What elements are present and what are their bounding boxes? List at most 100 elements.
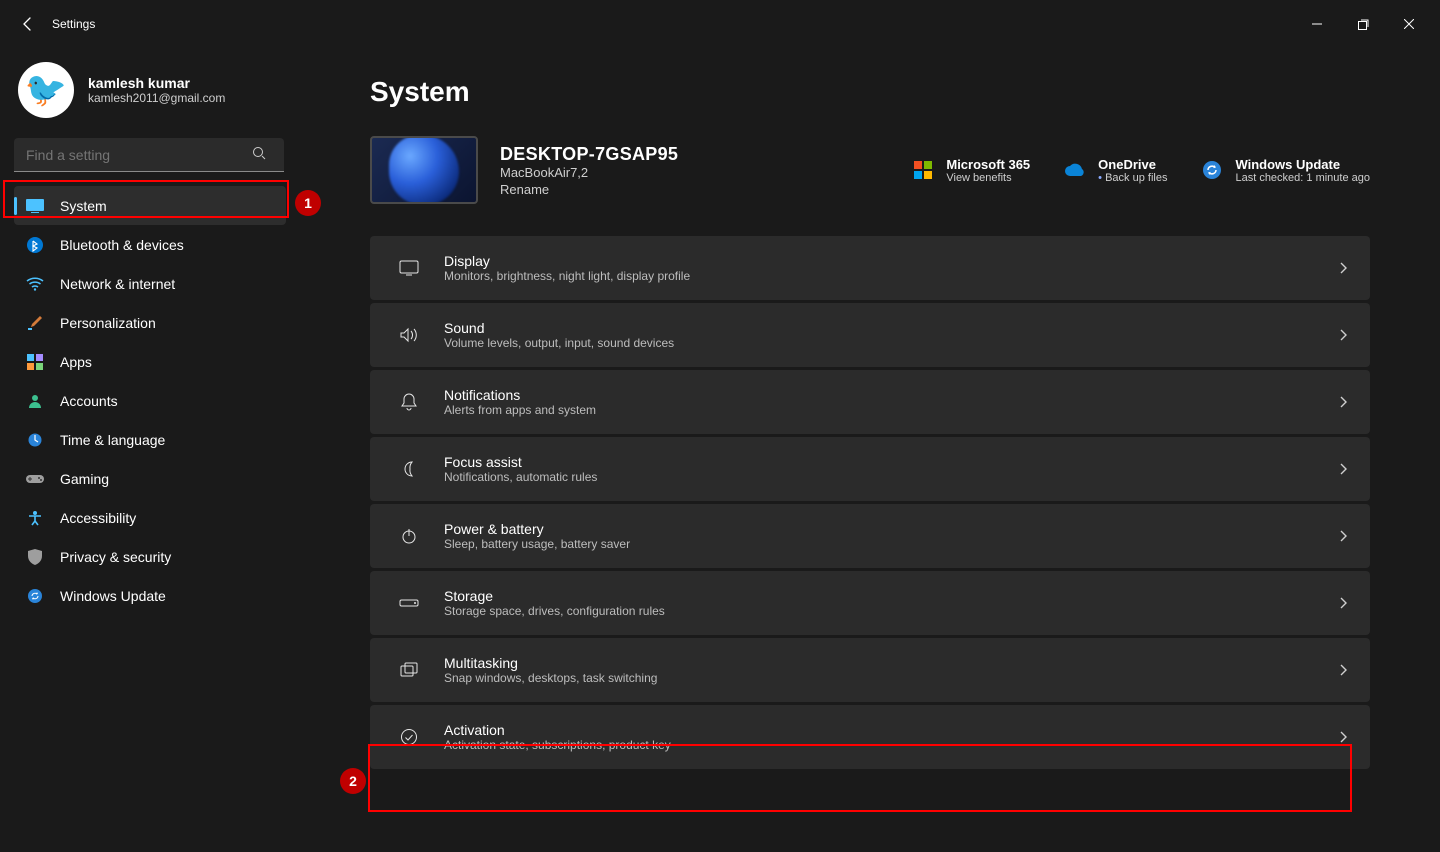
m365-icon (912, 159, 934, 181)
minimize-icon (1312, 19, 1322, 29)
maximize-button[interactable] (1340, 8, 1386, 40)
sidebar-item-time-language[interactable]: Time & language (14, 420, 286, 459)
person-icon (26, 392, 44, 410)
annotation-badge-2: 2 (340, 768, 366, 794)
sidebar-item-gaming[interactable]: Gaming (14, 459, 286, 498)
row-power-battery[interactable]: Power & batterySleep, battery usage, bat… (370, 504, 1370, 568)
storage-icon (392, 597, 426, 609)
back-button[interactable] (8, 4, 48, 44)
annotation-badge-1: 1 (295, 190, 321, 216)
row-title: Power & battery (444, 521, 630, 537)
row-sub: Activation state, subscriptions, product… (444, 738, 671, 752)
card-sub: View benefits (946, 172, 1030, 184)
row-focus-assist[interactable]: Focus assistNotifications, automatic rul… (370, 437, 1370, 501)
shield-icon (26, 548, 44, 566)
power-icon (392, 528, 426, 544)
sidebar-item-personalization[interactable]: Personalization (14, 303, 286, 342)
device-summary: DESKTOP-7GSAP95 MacBookAir7,2 Rename Mic… (370, 136, 1370, 204)
row-title: Notifications (444, 387, 596, 403)
chevron-right-icon (1338, 529, 1348, 543)
device-info: DESKTOP-7GSAP95 MacBookAir7,2 Rename (500, 144, 678, 197)
sidebar-item-bluetooth[interactable]: Bluetooth & devices (14, 225, 286, 264)
windows-bloom-icon (389, 136, 459, 204)
sidebar-item-label: Privacy & security (60, 549, 171, 565)
card-onedrive[interactable]: OneDrive Back up files (1064, 157, 1167, 184)
page-title: System (370, 76, 1370, 108)
row-sub: Snap windows, desktops, task switching (444, 671, 657, 685)
avatar: 🐦 (18, 62, 74, 118)
search-icon (252, 146, 266, 160)
sidebar-nav: System Bluetooth & devices Network & int… (14, 186, 286, 615)
card-microsoft365[interactable]: Microsoft 365 View benefits (912, 157, 1030, 184)
user-profile[interactable]: 🐦 kamlesh kumar kamlesh2011@gmail.com (14, 48, 286, 138)
chevron-right-icon (1338, 395, 1348, 409)
sidebar-item-privacy[interactable]: Privacy & security (14, 537, 286, 576)
user-text: kamlesh kumar kamlesh2011@gmail.com (88, 75, 225, 105)
back-arrow-icon (20, 16, 36, 32)
chevron-right-icon (1338, 328, 1348, 342)
row-sound[interactable]: SoundVolume levels, output, input, sound… (370, 303, 1370, 367)
card-sub: Last checked: 1 minute ago (1235, 172, 1370, 184)
close-button[interactable] (1386, 8, 1432, 40)
chevron-right-icon (1338, 261, 1348, 275)
row-activation[interactable]: ActivationActivation state, subscription… (370, 705, 1370, 769)
sidebar-item-system[interactable]: System (14, 186, 286, 225)
check-circle-icon (392, 728, 426, 746)
app-body: 🐦 kamlesh kumar kamlesh2011@gmail.com Sy… (0, 48, 1440, 852)
search-box (14, 138, 286, 172)
sidebar-item-label: Accounts (60, 393, 118, 409)
sound-icon (392, 327, 426, 343)
close-icon (1404, 19, 1414, 29)
sidebar-item-accounts[interactable]: Accounts (14, 381, 286, 420)
row-sub: Monitors, brightness, night light, displ… (444, 269, 690, 283)
maximize-icon (1358, 19, 1369, 30)
chevron-right-icon (1338, 730, 1348, 744)
sidebar-item-label: System (60, 198, 107, 214)
main-content: System DESKTOP-7GSAP95 MacBookAir7,2 Ren… (300, 48, 1440, 852)
row-title: Display (444, 253, 690, 269)
device-thumbnail[interactable] (370, 136, 478, 204)
system-icon (26, 197, 44, 215)
row-sub: Notifications, automatic rules (444, 470, 597, 484)
sidebar: 🐦 kamlesh kumar kamlesh2011@gmail.com Sy… (0, 48, 300, 852)
rename-link[interactable]: Rename (500, 182, 678, 197)
row-sub: Volume levels, output, input, sound devi… (444, 336, 674, 350)
sidebar-item-label: Apps (60, 354, 92, 370)
row-storage[interactable]: StorageStorage space, drives, configurat… (370, 571, 1370, 635)
row-display[interactable]: DisplayMonitors, brightness, night light… (370, 236, 1370, 300)
apps-icon (26, 353, 44, 371)
accessibility-icon (26, 509, 44, 527)
minimize-button[interactable] (1294, 8, 1340, 40)
sidebar-item-label: Bluetooth & devices (60, 237, 184, 253)
search-input[interactable] (14, 138, 284, 172)
settings-list: DisplayMonitors, brightness, night light… (370, 236, 1370, 769)
row-sub: Storage space, drives, configuration rul… (444, 604, 665, 618)
clock-globe-icon (26, 431, 44, 449)
row-notifications[interactable]: NotificationsAlerts from apps and system (370, 370, 1370, 434)
chevron-right-icon (1338, 596, 1348, 610)
row-title: Multitasking (444, 655, 657, 671)
card-sub: Back up files (1098, 172, 1167, 184)
promo-cards: Microsoft 365 View benefits OneDrive Bac… (912, 157, 1370, 184)
row-multitasking[interactable]: MultitaskingSnap windows, desktops, task… (370, 638, 1370, 702)
paintbrush-icon (26, 314, 44, 332)
sidebar-item-windows-update[interactable]: Windows Update (14, 576, 286, 615)
bluetooth-icon (26, 236, 44, 254)
device-model: MacBookAir7,2 (500, 165, 678, 180)
user-email: kamlesh2011@gmail.com (88, 91, 225, 105)
bell-icon (392, 393, 426, 411)
card-title: Windows Update (1235, 157, 1370, 172)
wifi-icon (26, 275, 44, 293)
sidebar-item-label: Personalization (60, 315, 156, 331)
sidebar-item-label: Network & internet (60, 276, 175, 292)
row-title: Focus assist (444, 454, 597, 470)
sidebar-item-accessibility[interactable]: Accessibility (14, 498, 286, 537)
multitasking-icon (392, 662, 426, 678)
sidebar-item-network[interactable]: Network & internet (14, 264, 286, 303)
sidebar-item-apps[interactable]: Apps (14, 342, 286, 381)
card-title: Microsoft 365 (946, 157, 1030, 172)
display-icon (392, 260, 426, 276)
card-windows-update[interactable]: Windows Update Last checked: 1 minute ag… (1201, 157, 1370, 184)
gamepad-icon (26, 470, 44, 488)
device-name: DESKTOP-7GSAP95 (500, 144, 678, 165)
